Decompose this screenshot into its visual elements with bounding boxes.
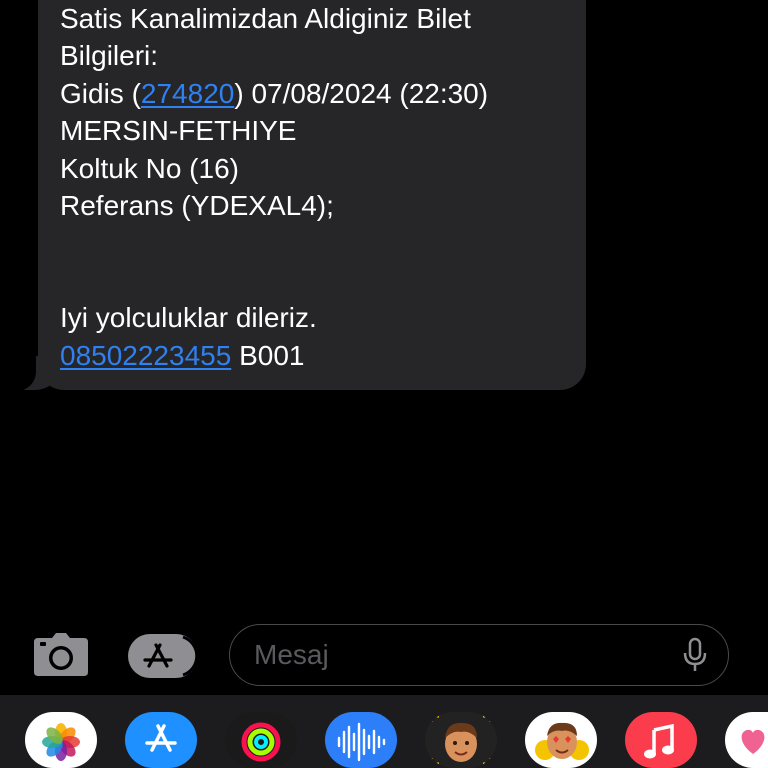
memoji-icon <box>429 714 493 766</box>
app-drawer-item-music[interactable] <box>625 712 697 768</box>
message-line: Koltuk No (16) <box>60 152 239 184</box>
photos-icon <box>42 723 80 761</box>
message-input[interactable]: Mesaj <box>229 624 729 686</box>
message-line: MERSIN-FETHIYE <box>60 115 297 147</box>
app-drawer-item-photos[interactable] <box>25 712 97 768</box>
app-drawer-item-stickers[interactable] <box>525 712 597 768</box>
app-store-icon <box>143 635 198 677</box>
microphone-icon[interactable] <box>682 637 708 673</box>
message-input-placeholder: Mesaj <box>254 639 329 670</box>
message-line-trip: Gidis (274820) 07/08/2024 (22:30) <box>60 75 570 112</box>
phone-number-link[interactable]: 08502223455 <box>60 340 231 371</box>
message-line-phone: 08502223455 B001 <box>60 337 570 374</box>
memoji-stickers-icon <box>535 722 589 760</box>
trip-number-link[interactable]: 274820 <box>141 78 234 109</box>
message-text-segment: Gidis ( <box>60 77 141 109</box>
apps-button[interactable] <box>128 634 198 678</box>
music-note-icon <box>644 723 674 759</box>
app-drawer-item-fitness[interactable] <box>225 712 297 768</box>
app-store-icon <box>145 724 177 752</box>
app-drawer-item-memoji[interactable] <box>425 712 497 768</box>
message-line: Referans (YDEXAL4); <box>60 189 334 221</box>
app-drawer-item-app-store[interactable] <box>125 712 197 768</box>
activity-rings-icon <box>241 722 281 762</box>
camera-button[interactable] <box>32 632 90 678</box>
message-line: Iyi yolculuklar dileriz. <box>60 302 317 334</box>
message-text-segment: B001 <box>231 339 305 371</box>
message-line: Bilgileri: <box>60 40 159 72</box>
message-line: Satis Kanalimizdan Aldiginiz Bilet <box>60 3 471 34</box>
message-text-segment: ) 07/08/2024 (22:30) <box>234 77 489 109</box>
audio-waveform-icon <box>337 722 386 762</box>
app-drawer-item-audio[interactable] <box>325 712 397 768</box>
message-text: Satis Kanalimizdan Aldiginiz Bilet Bilgi… <box>60 0 570 374</box>
camera-icon <box>34 633 88 676</box>
